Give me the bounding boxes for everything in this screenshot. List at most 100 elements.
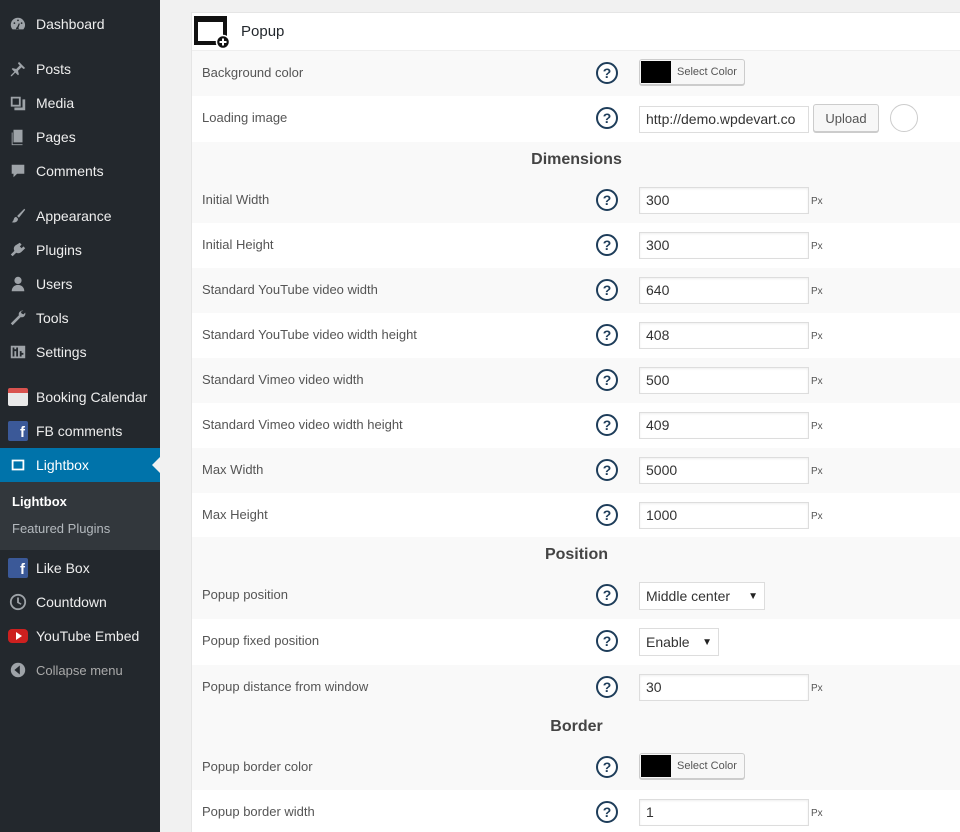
setting-label: Popup position [202, 587, 289, 602]
caret-down-icon: ▼ [702, 636, 712, 648]
lightbox-submenu: Lightbox Featured Plugins [0, 482, 160, 550]
menu-label: Appearance [36, 208, 112, 224]
menu-item-pages[interactable]: Pages [0, 120, 160, 154]
setting-label: Initial Height [202, 237, 274, 252]
menu-item-comments[interactable]: Comments [0, 154, 160, 188]
help-icon[interactable]: ? [596, 414, 618, 436]
vimeo-height-input[interactable]: 409 [639, 412, 809, 439]
unit-label: Px [811, 376, 823, 387]
menu-item-tools[interactable]: Tools [0, 301, 160, 335]
setting-label: Standard Vimeo video width height [202, 417, 403, 432]
distance-from-window-input[interactable]: 30 [639, 674, 809, 701]
popup-settings-panel: Popup Background color ? Select Color Lo… [191, 12, 960, 832]
help-icon[interactable]: ? [596, 324, 618, 346]
menu-label: FB comments [36, 423, 123, 439]
menu-item-countdown[interactable]: Countdown [0, 585, 160, 619]
unit-label: Px [811, 196, 823, 207]
menu-item-booking-calendar[interactable]: Booking Calendar [0, 380, 160, 414]
setting-row-border-color: Popup border color ? Select Color [192, 745, 960, 790]
brush-icon [8, 206, 28, 226]
loading-image-url-input[interactable]: http://demo.wpdevart.co [639, 106, 809, 133]
setting-label: Popup border width [202, 804, 315, 819]
youtube-width-input[interactable]: 640 [639, 277, 809, 304]
menu-item-plugins[interactable]: Plugins [0, 233, 160, 267]
max-width-input[interactable]: 5000 [639, 457, 809, 484]
initial-width-input[interactable]: 300 [639, 187, 809, 214]
dashboard-icon [8, 14, 28, 34]
panel-header: Popup [192, 13, 960, 51]
vimeo-width-input[interactable]: 500 [639, 367, 809, 394]
setting-label: Background color [202, 65, 304, 80]
menu-item-fb-comments[interactable]: f FB comments [0, 414, 160, 448]
select-value: Enable [646, 634, 690, 650]
help-icon[interactable]: ? [596, 756, 618, 778]
menu-label: Countdown [36, 594, 107, 610]
setting-label: Max Width [202, 462, 264, 477]
help-icon[interactable]: ? [596, 504, 618, 526]
popup-position-select[interactable]: Middle center ▼ [639, 582, 765, 610]
menu-item-settings[interactable]: Settings [0, 335, 160, 369]
select-value: Middle center [646, 588, 731, 604]
menu-label: Plugins [36, 242, 82, 258]
setting-row-popup-position: Popup position ? Middle center ▼ [192, 573, 960, 619]
menu-item-like-box[interactable]: f Like Box [0, 551, 160, 585]
section-title-position: Position [192, 537, 960, 573]
setting-label: Standard YouTube video width height [202, 327, 417, 342]
media-icon [8, 93, 28, 113]
pages-icon [8, 127, 28, 147]
help-icon[interactable]: ? [596, 62, 618, 84]
setting-row-border-width: Popup border width ? 1 Px [192, 790, 960, 832]
help-icon[interactable]: ? [596, 459, 618, 481]
collapse-menu-button[interactable]: Collapse menu [0, 653, 160, 687]
border-width-input[interactable]: 1 [639, 799, 809, 826]
help-icon[interactable]: ? [596, 630, 618, 652]
youtube-icon [8, 626, 28, 646]
setting-label: Initial Width [202, 192, 270, 207]
youtube-height-input[interactable]: 408 [639, 322, 809, 349]
help-icon[interactable]: ? [596, 279, 618, 301]
popup-window-icon [194, 15, 231, 50]
unit-label: Px [811, 683, 823, 694]
menu-item-users[interactable]: Users [0, 267, 160, 301]
help-icon[interactable]: ? [596, 234, 618, 256]
setting-row-max-height: Max Height ? 1000 Px [192, 493, 960, 538]
section-title-border: Border [192, 709, 960, 745]
help-icon[interactable]: ? [596, 189, 618, 211]
max-height-input[interactable]: 1000 [639, 502, 809, 529]
menu-item-lightbox[interactable]: Lightbox [0, 448, 160, 482]
unit-label: Px [811, 241, 823, 252]
facebook-icon: f [8, 558, 28, 578]
initial-height-input[interactable]: 300 [639, 232, 809, 259]
unit-label: Px [811, 466, 823, 477]
menu-item-youtube-embed[interactable]: YouTube Embed [0, 619, 160, 653]
facebook-icon: f [8, 421, 28, 441]
unit-label: Px [811, 808, 823, 819]
help-icon[interactable]: ? [596, 584, 618, 606]
border-color-picker[interactable]: Select Color [639, 753, 745, 779]
help-icon[interactable]: ? [596, 676, 618, 698]
submenu-item-lightbox[interactable]: Lightbox [12, 494, 67, 509]
help-icon[interactable]: ? [596, 107, 618, 129]
menu-label: Pages [36, 129, 76, 145]
menu-item-media[interactable]: Media [0, 86, 160, 120]
setting-row-vimeo-height: Standard Vimeo video width height ? 409 … [192, 403, 960, 448]
setting-row-fixed-position: Popup fixed position ? Enable ▼ [192, 619, 960, 665]
upload-button[interactable]: Upload [813, 104, 879, 132]
submenu-item-featured-plugins[interactable]: Featured Plugins [12, 521, 110, 536]
help-icon[interactable]: ? [596, 801, 618, 823]
clock-icon [8, 592, 28, 612]
menu-item-posts[interactable]: Posts [0, 52, 160, 86]
setting-label: Loading image [202, 110, 288, 125]
menu-label: Tools [36, 310, 69, 326]
user-icon [8, 274, 28, 294]
setting-label: Popup fixed position [202, 633, 320, 648]
background-color-picker[interactable]: Select Color [639, 59, 745, 85]
setting-label: Standard Vimeo video width [202, 372, 364, 387]
menu-item-dashboard[interactable]: Dashboard [0, 7, 160, 41]
help-icon[interactable]: ? [596, 369, 618, 391]
setting-label: Max Height [202, 507, 268, 522]
fixed-position-select[interactable]: Enable ▼ [639, 628, 719, 656]
setting-row-initial-height: Initial Height ? 300 Px [192, 223, 960, 268]
loading-image-preview [890, 104, 918, 132]
menu-item-appearance[interactable]: Appearance [0, 199, 160, 233]
